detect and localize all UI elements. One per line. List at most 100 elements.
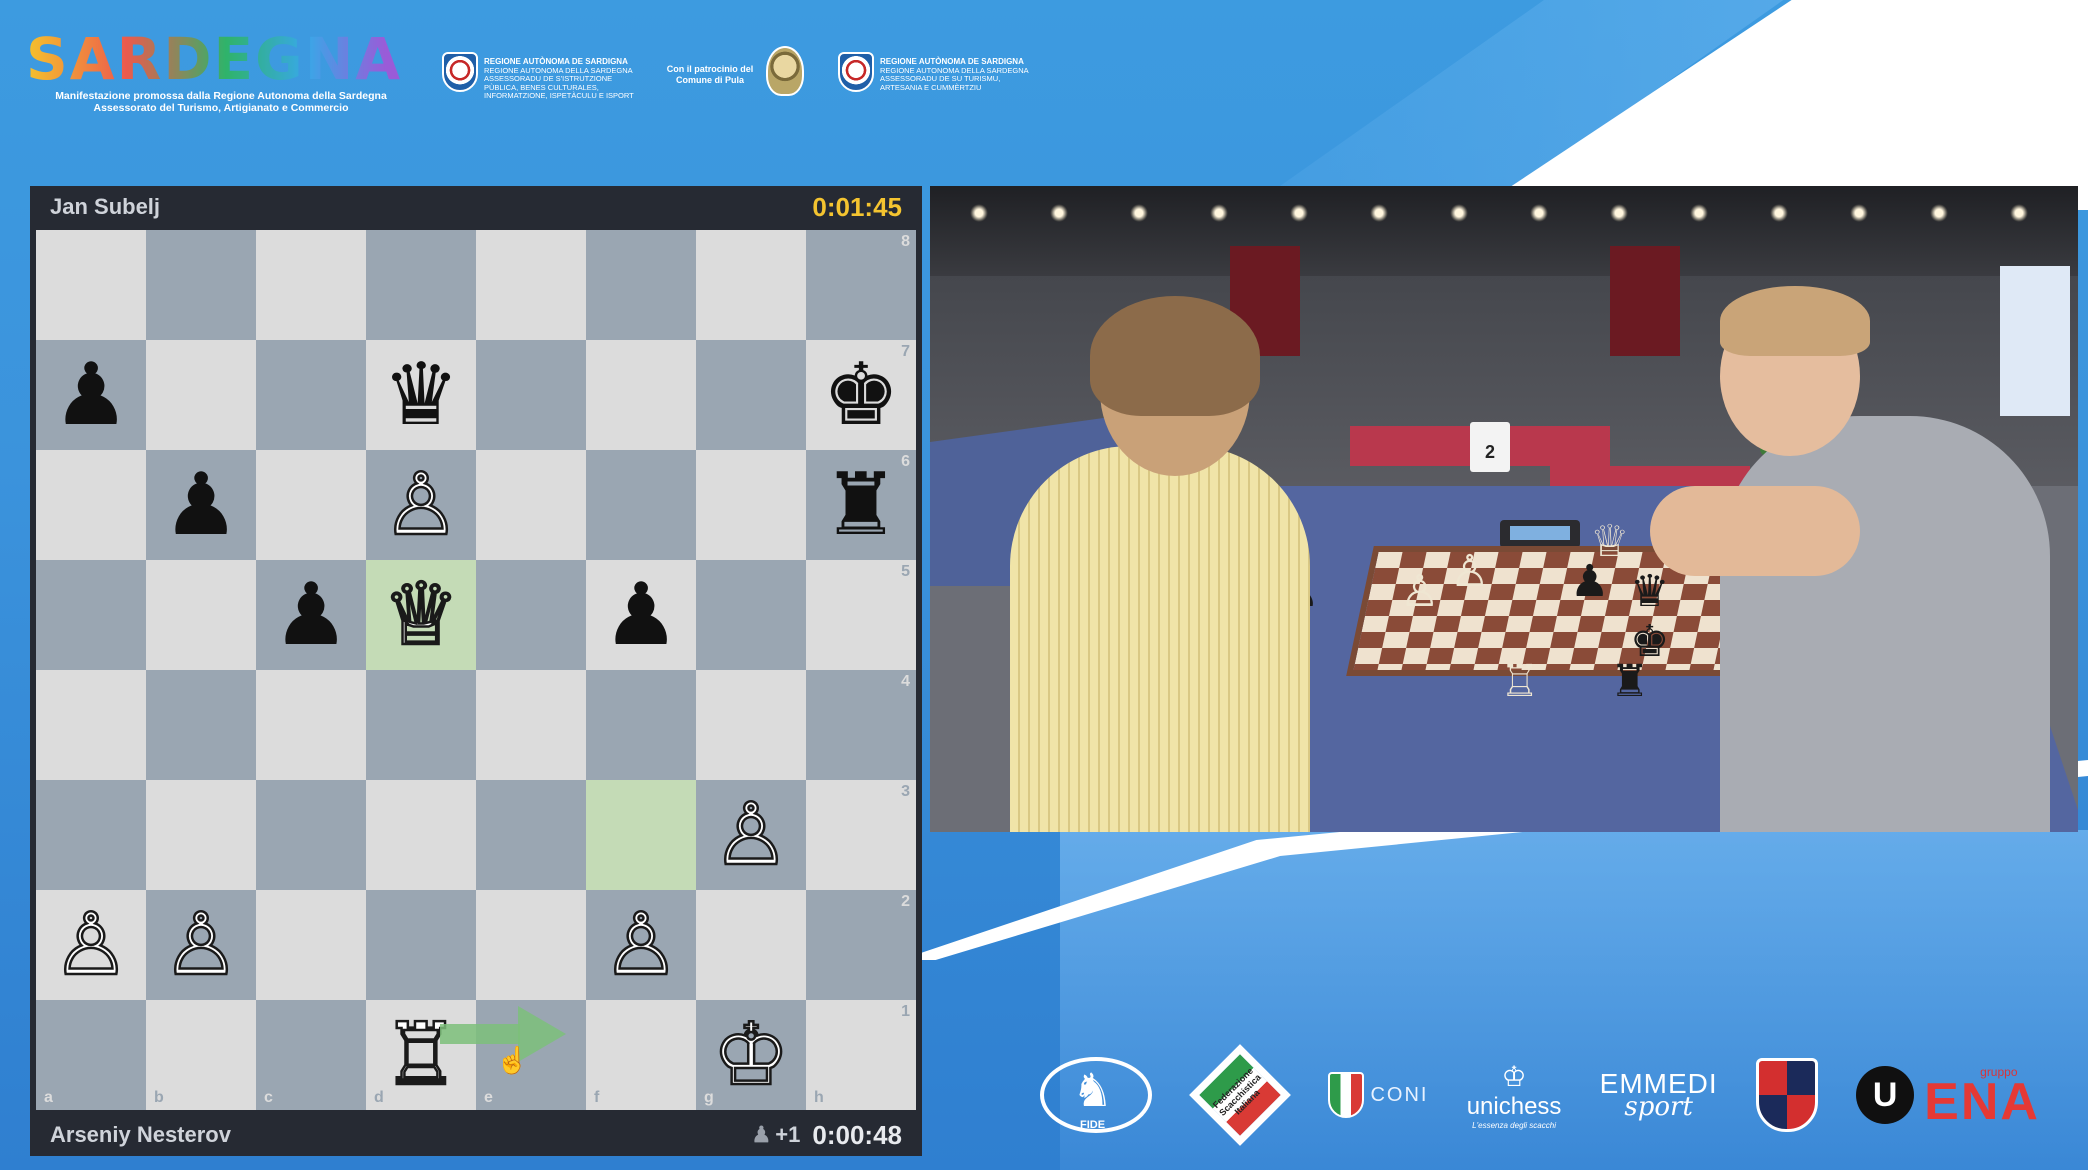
square-c1[interactable]: c [256,1000,366,1110]
ceiling-light [1050,204,1068,222]
black-queen-icon[interactable]: ♛ [382,352,459,438]
square-b8[interactable] [146,230,256,340]
square-a2[interactable]: ♙ [36,890,146,1000]
square-f4[interactable] [586,670,696,780]
square-c3[interactable] [256,780,366,890]
square-h6[interactable]: ♜ 6 [806,450,916,560]
square-b7[interactable] [146,340,256,450]
black-pawn-icon[interactable]: ♟ [602,572,679,658]
black-pawn-icon[interactable]: ♟ [52,352,129,438]
chess-board[interactable]: 8 ♟ ♛ ♚ 7 ♟ ♙ ♜ 6 ♟ ♕ ♟ 5 4 ♙ 3 ♙ ♙ ♙ 2 a b c ♖ d e f ♔ g 1 h [36,230,916,1110]
hand-cursor-icon: ☝ [495,1045,529,1076]
square-c5[interactable]: ♟ [256,560,366,670]
brand-title: SARDEGNA [26,28,426,90]
square-a8[interactable] [36,230,146,340]
header-banner: SARDEGNA Manifestazione promossa dalla R… [0,0,1100,130]
chess-clock [1500,520,1580,548]
square-e5[interactable] [476,560,586,670]
ceiling-light [1530,204,1548,222]
square-e4[interactable] [476,670,586,780]
square-e7[interactable] [476,340,586,450]
square-g6[interactable] [696,450,806,560]
ceiling-light [1770,204,1788,222]
black-pawn-icon[interactable]: ♟ [162,462,239,548]
black-pawn-icon[interactable]: ♟ [272,572,349,658]
black-rook-icon[interactable]: ♜ [822,462,899,548]
white-pawn-icon[interactable]: ♙ [711,791,791,880]
white-pawn-icon[interactable]: ♙ [601,901,681,990]
square-g1[interactable]: ♔ g [696,1000,806,1110]
material-advantage: ♟ +1 [752,1122,801,1148]
square-f8[interactable] [586,230,696,340]
player-left-hair [1090,296,1260,416]
unichess-label: unichess [1466,1093,1562,1120]
square-h3[interactable]: 3 [806,780,916,890]
square-g3[interactable]: ♙ [696,780,806,890]
square-a7[interactable]: ♟ [36,340,146,450]
white-king-icon[interactable]: ♔ [711,1011,791,1100]
fide-label: FIDE [1080,1119,1106,1131]
square-e2[interactable] [476,890,586,1000]
square-c6[interactable] [256,450,366,560]
region-1-lines: REGIONE AUTONOMA DELLA SARDEGNA ASSESSOR… [484,65,634,100]
square-b6[interactable]: ♟ [146,450,256,560]
coni-label: CONI [1370,1083,1429,1106]
square-d2[interactable] [366,890,476,1000]
square-b4[interactable] [146,670,256,780]
square-d3[interactable] [366,780,476,890]
square-a5[interactable] [36,560,146,670]
square-e3[interactable] [476,780,586,890]
square-a1[interactable]: a [36,1000,146,1110]
square-d8[interactable] [366,230,476,340]
square-b1[interactable]: b [146,1000,256,1110]
square-b2[interactable]: ♙ [146,890,256,1000]
square-c8[interactable] [256,230,366,340]
square-c2[interactable] [256,890,366,1000]
square-h1[interactable]: 1h [806,1000,916,1110]
ceiling-light [1930,204,1948,222]
square-f6[interactable] [586,450,696,560]
square-g5[interactable] [696,560,806,670]
square-e1[interactable]: e [476,1000,586,1110]
bottom-player-bar: Arseniy Nesterov ♟ +1 0:00:48 [30,1114,922,1156]
square-f3[interactable] [586,780,696,890]
square-d6[interactable]: ♙ [366,450,476,560]
square-h7[interactable]: ♚ 7 [806,340,916,450]
region-crest-icon [838,52,874,92]
square-f2[interactable]: ♙ [586,890,696,1000]
square-d7[interactable]: ♛ [366,340,476,450]
square-g4[interactable] [696,670,806,780]
white-pawn-icon[interactable]: ♙ [161,901,241,990]
white-queen-icon[interactable]: ♕ [381,571,461,660]
square-d5[interactable]: ♕ [366,560,476,670]
fide-logo: ♞ FIDE [1040,1057,1152,1133]
ceiling-light [1690,204,1708,222]
white-pawn-icon[interactable]: ♙ [51,901,131,990]
square-b5[interactable] [146,560,256,670]
white-rook-icon[interactable]: ♖ [381,1011,461,1100]
square-e8[interactable] [476,230,586,340]
square-d1[interactable]: ♖ d [366,1000,476,1110]
square-f1[interactable]: f [586,1000,696,1110]
square-f7[interactable] [586,340,696,450]
white-pawn-icon[interactable]: ♙ [381,461,461,550]
square-b3[interactable] [146,780,256,890]
square-c7[interactable] [256,340,366,450]
square-g2[interactable] [696,890,806,1000]
patron-line-1: Con il patrocinio del [666,64,754,74]
square-e6[interactable] [476,450,586,560]
square-a3[interactable] [36,780,146,890]
square-a6[interactable] [36,450,146,560]
black-king-icon[interactable]: ♚ [822,352,899,438]
square-h8[interactable]: 8 [806,230,916,340]
unichess-logo: ♔ unichess L'essenza degli scacchi [1467,1060,1562,1130]
square-d4[interactable] [366,670,476,780]
square-h2[interactable]: 2 [806,890,916,1000]
square-f5[interactable]: ♟ [586,560,696,670]
square-h5[interactable]: 5 [806,560,916,670]
square-c4[interactable] [256,670,366,780]
square-g8[interactable] [696,230,806,340]
square-a4[interactable] [36,670,146,780]
square-g7[interactable] [696,340,806,450]
square-h4[interactable]: 4 [806,670,916,780]
